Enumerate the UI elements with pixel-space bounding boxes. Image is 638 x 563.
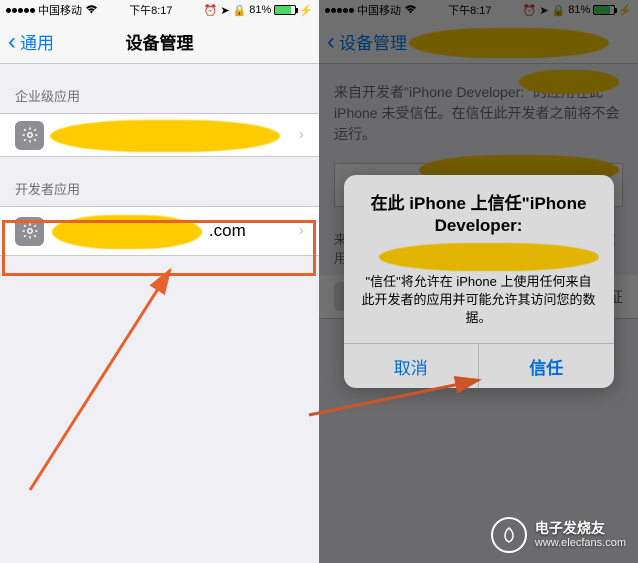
chevron-right-icon: › — [299, 126, 304, 144]
screen-trust-dialog: 中国移动 下午8:17 ⏰ ➤ 🔒 81% ⚡ ‹ 设备管理 — [319, 0, 638, 563]
alert-title: 在此 iPhone 上信任"iPhone Developer: — [360, 193, 598, 237]
alert-overlay: 在此 iPhone 上信任"iPhone Developer: "信任"将允许在… — [319, 0, 638, 563]
chevron-left-icon: ‹ — [8, 30, 16, 54]
gear-icon — [15, 217, 44, 246]
developer-app-cell[interactable]: .com › — [0, 206, 319, 256]
redaction — [379, 243, 599, 271]
watermark-cn: 电子发烧友 — [535, 521, 626, 536]
watermark-logo-icon — [491, 517, 527, 553]
wifi-icon — [85, 4, 98, 17]
signal-strength-icon — [6, 8, 35, 13]
alert-cancel-button[interactable]: 取消 — [344, 344, 479, 388]
alarm-icon: ⏰ — [204, 4, 218, 17]
back-label: 通用 — [20, 29, 54, 54]
screen-device-management: 中国移动 下午8:17 ⏰ ➤ 🔒 81% ⚡ ‹ 通用 — [0, 0, 319, 563]
gear-icon — [15, 121, 44, 150]
alert-message: "信任"将允许在 iPhone 上使用任何来自此开发者的应用并可能允许其访问您的… — [360, 273, 598, 328]
developer-app-label: .com — [56, 221, 299, 241]
lock-icon: 🔒 — [233, 4, 247, 17]
nav-bar: ‹ 通用 设备管理 — [0, 20, 319, 64]
redaction — [50, 120, 280, 152]
status-bar: 中国移动 下午8:17 ⏰ ➤ 🔒 81% ⚡ — [0, 0, 319, 20]
carrier-label: 中国移动 — [38, 2, 82, 18]
chevron-right-icon: › — [299, 222, 304, 240]
section-header-enterprise: 企业级应用 — [0, 64, 319, 113]
charging-icon: ⚡ — [299, 4, 313, 17]
watermark-en: www.elecfans.com — [535, 537, 626, 549]
battery-pct: 81% — [249, 4, 271, 16]
annotation-arrow — [20, 260, 220, 500]
watermark: 电子发烧友 www.elecfans.com — [491, 517, 626, 553]
battery-icon — [274, 5, 296, 15]
section-header-developer: 开发者应用 — [0, 157, 319, 206]
alert-trust-button[interactable]: 信任 — [478, 344, 614, 388]
trust-alert: 在此 iPhone 上信任"iPhone Developer: "信任"将允许在… — [344, 175, 614, 389]
status-time: 下午8:17 — [129, 2, 172, 18]
back-button[interactable]: ‹ 通用 — [8, 29, 54, 54]
page-title: 设备管理 — [126, 29, 194, 54]
enterprise-app-cell[interactable]: › — [0, 113, 319, 157]
location-icon: ➤ — [220, 4, 229, 17]
